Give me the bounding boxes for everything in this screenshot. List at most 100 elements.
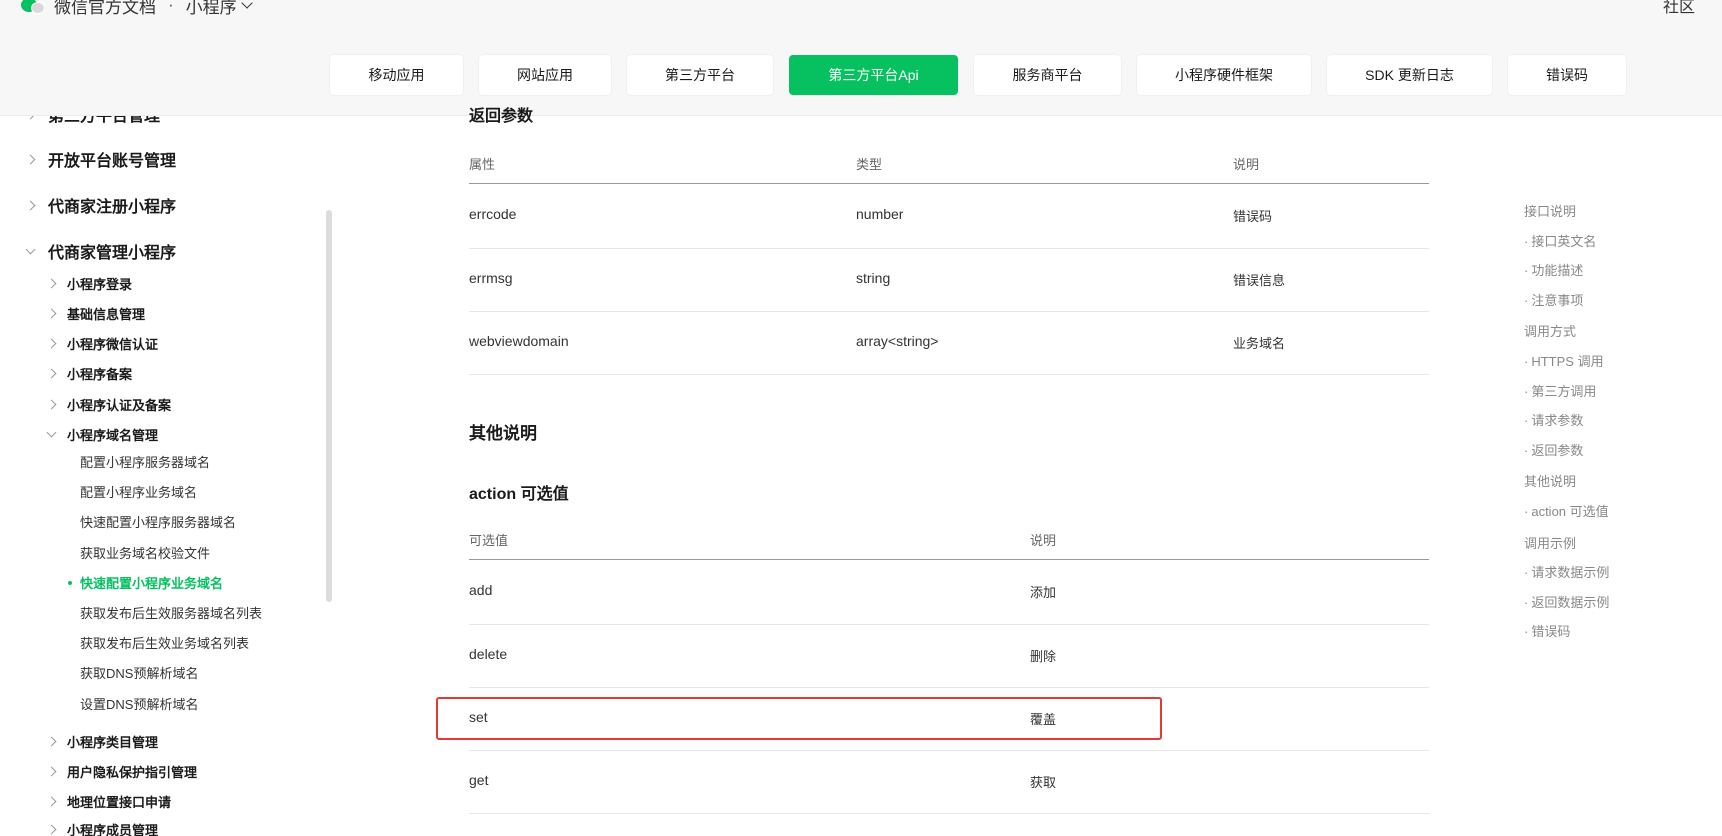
toc-item[interactable]: action 可选值 [1524,501,1608,520]
sidebar-item-member-management[interactable]: 小程序成员管理 [46,820,159,836]
chevron-right-icon [25,116,36,119]
sidebar-scrollbar[interactable] [326,210,332,602]
sidebar-item-get-dns-prefetch[interactable]: 获取DNS预解析域名 [80,663,198,682]
toc-item[interactable]: 调用方式 [1524,321,1576,340]
sidebar-item-quick-business-domain[interactable]: 快速配置小程序业务域名 [68,573,223,592]
table-header-type: 类型 [856,157,883,172]
chevron-right-icon [46,338,57,349]
top-tabs: 移动应用 网站应用 第三方平台 第三方平台Api 服务商平台 小程序硬件框架 S… [330,55,1626,95]
table-header-attr: 属性 [469,157,496,172]
sidebar-item-wechat-certification[interactable]: 小程序微信认证 [46,334,158,353]
sidebar-item-verify-file[interactable]: 获取业务域名校验文件 [80,543,210,562]
sidebar-item-server-domain[interactable]: 配置小程序服务器域名 [80,452,210,471]
table-cell: webviewdomain [469,333,569,349]
sidebar-item-label: 小程序成员管理 [67,823,159,836]
chevron-right-icon [46,308,57,319]
toc-item[interactable]: HTTPS 调用 [1524,351,1603,370]
table-row-divider [469,750,1429,751]
brand[interactable]: 微信官方文档 · 小程序 [20,0,253,19]
top-header: 微信官方文档 · 小程序 社区 移动应用 网站应用 第三方平台 第三方平台Api… [0,0,1722,116]
sidebar-item-label: 小程序域名管理 [67,428,159,443]
table-cell: delete [469,646,508,662]
sidebar-item-register-miniprogram[interactable]: 代商家注册小程序 [25,193,177,217]
table-cell: 删除 [1030,649,1057,664]
toc-item[interactable]: 返回参数 [1524,440,1583,459]
table-cell: 获取 [1030,775,1057,790]
sidebar-item-label: 地理位置接口申请 [67,795,172,810]
sidebar-item-set-dns-prefetch[interactable]: 设置DNS预解析域名 [80,694,198,713]
table-row-divider [469,813,1429,814]
sidebar-item-manage-miniprogram[interactable]: 代商家管理小程序 [25,239,177,263]
table-cell: array<string> [856,333,939,349]
sidebar-item-label: 代商家管理小程序 [48,245,177,262]
toc-item[interactable]: 其他说明 [1524,471,1576,490]
sidebar-item-certification-filing[interactable]: 小程序认证及备案 [46,395,172,414]
tab-website-app[interactable]: 网站应用 [479,55,611,95]
toc-item[interactable]: 调用示例 [1524,533,1576,552]
table-header-value: 可选值 [469,533,509,548]
sidebar-item-location-api[interactable]: 地理位置接口申请 [46,792,172,811]
sidebar-item-filing[interactable]: 小程序备案 [46,364,132,383]
table-row-divider [469,624,1429,625]
table-header-rule [469,183,1429,184]
sidebar-item-label: 开放平台账号管理 [48,153,177,170]
sidebar-item-account-management[interactable]: 开放平台账号管理 [25,147,177,171]
toc-item[interactable]: 功能描述 [1524,260,1583,279]
sidebar-item-quick-server-domain[interactable]: 快速配置小程序服务器域名 [80,512,236,531]
sidebar-item-label: 代商家注册小程序 [48,199,177,216]
active-bullet-icon [68,580,72,585]
toc-item[interactable]: 第三方调用 [1524,381,1596,400]
sidebar-item-label: 快速配置小程序业务域名 [80,576,224,591]
tab-error-codes[interactable]: 错误码 [1508,55,1626,95]
table-cell: get [469,772,489,788]
table-header-rule [469,559,1429,560]
chevron-right-icon [25,200,36,210]
sidebar-item-basic-info[interactable]: 基础信息管理 [46,304,146,323]
community-link[interactable]: 社区 [1663,0,1695,17]
highlight-box [436,697,1162,740]
table-row-divider [469,248,1429,249]
sidebar-item-domain-management[interactable]: 小程序域名管理 [46,425,159,444]
return-params-heading: 返回参数 [469,108,534,125]
table-cell: 业务域名 [1233,336,1286,351]
tab-third-party-api[interactable]: 第三方平台Api [789,55,958,95]
tab-service-provider[interactable]: 服务商平台 [974,55,1121,95]
toc-item[interactable]: 接口英文名 [1524,231,1596,250]
sidebar-item-label: 基础信息管理 [67,307,146,322]
section-selector[interactable]: 小程序 [186,0,237,18]
sidebar-item-privacy-guide[interactable]: 用户隐私保护指引管理 [46,762,198,781]
toc-item[interactable]: 错误码 [1524,621,1570,640]
chevron-down-icon[interactable] [241,0,253,9]
chevron-right-icon [46,736,57,747]
tab-hardware-framework[interactable]: 小程序硬件框架 [1137,55,1311,95]
chevron-right-icon [46,824,57,835]
table-cell: 错误码 [1233,209,1273,224]
chevron-right-icon [46,399,57,410]
sidebar-item-miniprogram-login[interactable]: 小程序登录 [46,274,133,293]
sidebar-item-label: 用户隐私保护指引管理 [67,765,198,780]
tab-third-party-platform[interactable]: 第三方平台 [627,55,773,95]
sidebar-item-label: 小程序登录 [67,277,133,292]
chevron-down-icon [25,244,36,254]
toc-item[interactable]: 请求数据示例 [1524,562,1609,581]
left-sidebar: 第三方平台管理 开放平台账号管理 代商家注册小程序 代商家管理小程序 小程序登录… [0,116,326,836]
sidebar-item-label: 小程序认证及备案 [67,398,172,413]
sidebar-item-effective-business-list[interactable]: 获取发布后生效业务域名列表 [80,633,249,652]
tab-sdk-changelog[interactable]: SDK 更新日志 [1327,55,1492,95]
chevron-right-icon [46,766,57,777]
sidebar-item-category-management[interactable]: 小程序类目管理 [46,732,158,751]
toc-item[interactable]: 注意事项 [1524,290,1583,309]
table-header-desc: 说明 [1030,533,1057,548]
action-values-heading: action 可选值 [469,486,569,503]
chevron-right-icon [46,278,57,289]
sidebar-item-third-party-management[interactable]: 第三方平台管理 [25,116,160,126]
sidebar-item-business-domain[interactable]: 配置小程序业务域名 [80,482,197,501]
tab-mobile-app[interactable]: 移动应用 [330,55,463,95]
toc-item[interactable]: 接口说明 [1524,201,1576,220]
sidebar-item-effective-server-list[interactable]: 获取发布后生效服务器域名列表 [80,603,262,622]
table-cell: 添加 [1030,585,1057,600]
table-cell: add [469,582,493,598]
toc-item[interactable]: 请求参数 [1524,410,1583,429]
toc-item[interactable]: 返回数据示例 [1524,592,1609,611]
table-cell: number [856,206,904,222]
